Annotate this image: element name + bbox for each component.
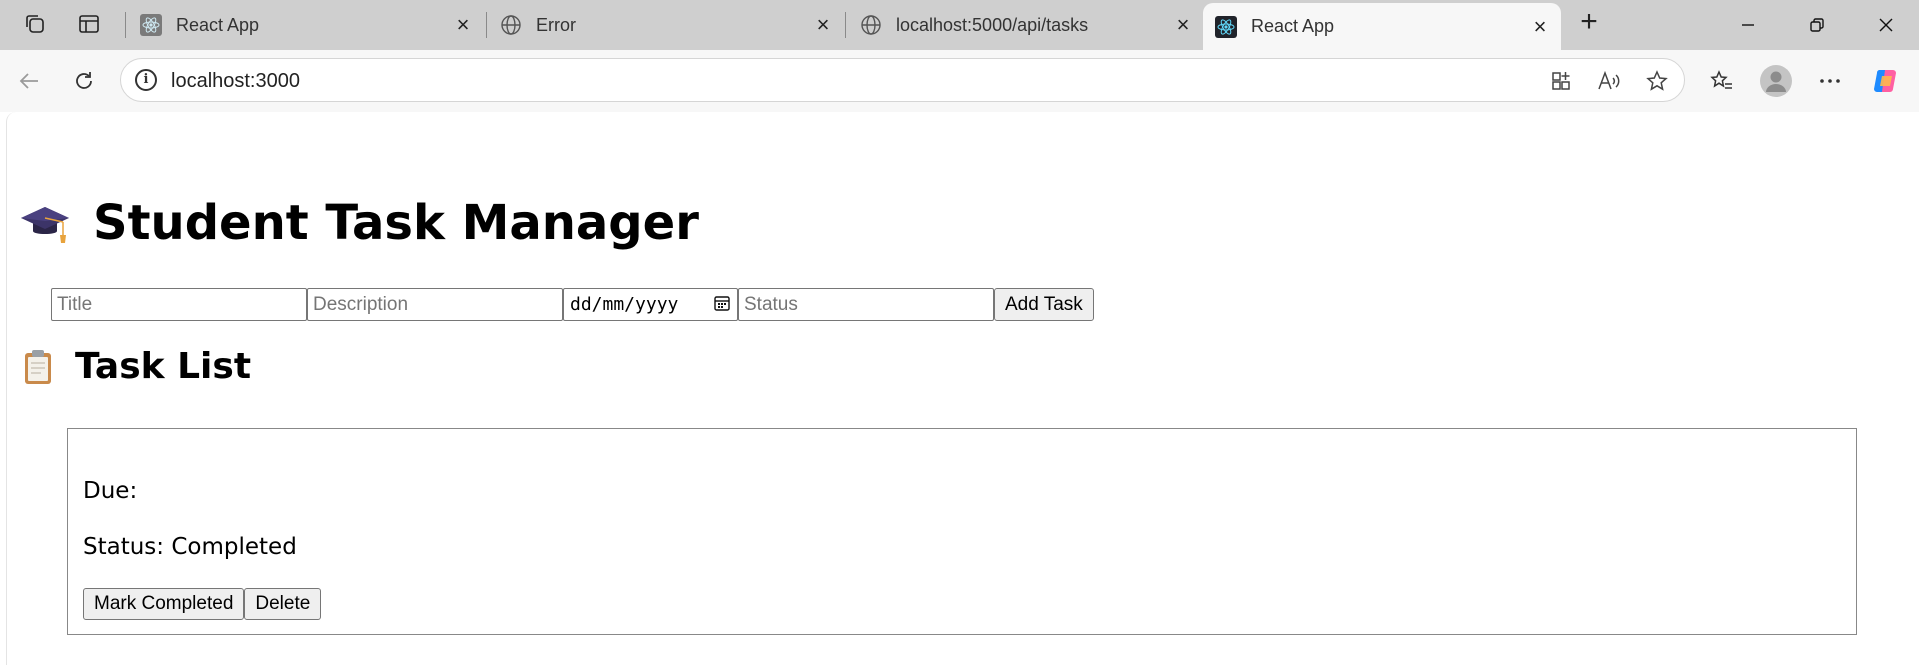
new-tab-button[interactable]: +: [1574, 7, 1604, 38]
add-task-button[interactable]: Add Task: [994, 288, 1094, 321]
tab-react-app-active[interactable]: React App ×: [1203, 3, 1561, 50]
address-text[interactable]: localhost:3000: [171, 70, 300, 93]
title-input[interactable]: [51, 288, 307, 321]
tab-title: localhost:5000/api/tasks: [896, 14, 1089, 35]
graduation-cap-icon: [21, 207, 69, 243]
globe-icon: [500, 14, 522, 36]
restore-icon[interactable]: [1802, 10, 1832, 40]
description-input[interactable]: [307, 288, 563, 321]
more-menu-icon[interactable]: [1814, 65, 1846, 97]
close-icon[interactable]: ×: [1172, 12, 1194, 37]
apps-icon[interactable]: [1547, 67, 1575, 95]
minimize-icon[interactable]: [1733, 10, 1763, 40]
back-arrow-icon[interactable]: [11, 63, 47, 99]
task-due: Due:: [83, 478, 138, 504]
close-icon[interactable]: ×: [812, 12, 834, 37]
task-list-heading-text: Task List: [75, 346, 252, 387]
mark-completed-button[interactable]: Mark Completed: [83, 588, 245, 620]
page-title-text: Student Task Manager: [93, 195, 699, 251]
delete-button[interactable]: Delete: [244, 588, 322, 620]
site-info-icon[interactable]: i: [135, 69, 157, 91]
copilot-icon[interactable]: [1870, 65, 1902, 97]
tab-title: React App: [1251, 16, 1335, 36]
tab-separator: [125, 12, 126, 38]
vertical-tabs-icon[interactable]: [75, 10, 103, 38]
favorites-icon[interactable]: [1706, 65, 1738, 97]
browser-toolbar: i localhost:3000: [0, 50, 1919, 112]
status-input[interactable]: [738, 288, 994, 321]
task-status: Status: Completed: [83, 534, 297, 560]
profile-avatar[interactable]: [1760, 65, 1792, 97]
close-window-icon[interactable]: [1871, 10, 1901, 40]
due-date-input[interactable]: dd/mm/yyyy: [563, 288, 738, 321]
tab-error[interactable]: Error ×: [488, 0, 844, 50]
close-icon[interactable]: ×: [1529, 14, 1551, 39]
task-actions: Mark Completed Delete: [83, 588, 322, 620]
page-title: Student Task Manager: [19, 195, 699, 251]
task-list-heading: Task List: [19, 346, 251, 387]
tab-separator: [845, 12, 846, 38]
calendar-icon[interactable]: [713, 294, 731, 316]
tab-api-tasks[interactable]: localhost:5000/api/tasks ×: [848, 0, 1204, 50]
add-task-form: dd/mm/yyyy Add Task: [51, 288, 1094, 321]
globe-icon: [860, 14, 882, 36]
favorite-star-icon[interactable]: [1643, 67, 1671, 95]
task-item: Due: Status: Completed Mark Completed De…: [67, 428, 1857, 635]
tab-bar: React App × Error × localhost:5000/api/t…: [0, 0, 1919, 50]
address-bar[interactable]: i localhost:3000: [120, 58, 1685, 102]
tab-title: Error: [536, 14, 576, 35]
tab-react-app-1[interactable]: React App ×: [128, 0, 484, 50]
react-logo-icon: [140, 14, 162, 36]
date-placeholder: dd/mm/yyyy: [570, 294, 679, 315]
tab-title: React App: [176, 14, 260, 35]
react-logo-icon: [1215, 15, 1237, 38]
clipboard-icon: [25, 349, 51, 384]
page-viewport: Student Task Manager dd/mm/yyyy Add Task…: [6, 112, 1919, 665]
close-icon[interactable]: ×: [452, 12, 474, 37]
read-aloud-icon[interactable]: [1595, 67, 1623, 95]
refresh-icon[interactable]: [66, 63, 102, 99]
tab-separator: [486, 12, 487, 38]
workspaces-icon[interactable]: [21, 10, 49, 38]
